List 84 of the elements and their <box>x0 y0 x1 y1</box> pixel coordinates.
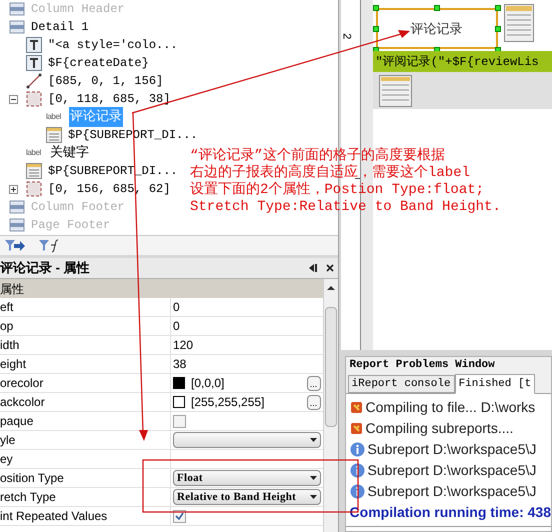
property-name: op <box>0 318 14 335</box>
report-element[interactable]: 评论记录 <box>376 8 498 49</box>
property-name: ey <box>0 451 13 468</box>
function-icon[interactable] <box>38 238 60 254</box>
subreport-icon <box>26 163 42 179</box>
ruler-label: 2 <box>338 33 353 40</box>
label-tag: label <box>46 111 64 123</box>
parameter-icon[interactable] <box>4 238 26 254</box>
property-name: yle <box>0 432 16 449</box>
property-value: [255,255,255] <box>191 394 266 411</box>
scroll-thumb[interactable] <box>324 307 337 427</box>
property-name: ackcolor <box>0 394 45 411</box>
property-name: osition Type <box>0 470 64 487</box>
annotation-text: Stretch Type:Relative to Band Height. <box>190 199 501 216</box>
info-icon <box>350 463 365 478</box>
caret-icon <box>310 438 317 442</box>
scroll-up-icon[interactable] <box>326 285 335 291</box>
frame-icon <box>26 91 42 107</box>
scrollbar[interactable] <box>322 279 338 532</box>
browse-button[interactable]: ... <box>306 394 321 410</box>
property-name: orecolor <box>0 375 44 392</box>
text-field-icon <box>26 37 42 53</box>
close-icon[interactable] <box>326 264 334 272</box>
annotation-text: 设置下面的2个属性，Postion Type:float; <box>190 182 486 199</box>
property-value: [0,0,0] <box>191 375 226 392</box>
tree-item[interactable]: 关键字 <box>49 143 90 163</box>
log-line: Compilation running time: 438 <box>350 503 551 522</box>
minimize-icon[interactable] <box>308 263 318 273</box>
compile-icon <box>350 401 363 414</box>
property-name: eft <box>0 299 14 316</box>
tree-item[interactable]: [685, 0, 1, 156] <box>47 72 164 90</box>
subreport-icon <box>378 75 412 107</box>
band-icon <box>9 19 25 35</box>
annotation-text: “评论记录”这个前面的格子的高度要根据 <box>190 148 446 164</box>
property-name: int Repeated Values <box>0 508 108 525</box>
band-icon <box>9 1 25 17</box>
log-line: Subreport D:\workspace5\J <box>368 461 536 480</box>
selection-handle[interactable] <box>494 5 501 11</box>
line-icon <box>26 73 42 89</box>
dropdown[interactable]: Relative to Band Height <box>173 489 321 505</box>
log-line: Subreport D:\workspace5\J <box>368 482 536 501</box>
log-line: Compiling subreports.... <box>366 419 514 438</box>
property-name: eight <box>0 356 26 373</box>
panel-title: 评论记录 - 属性 <box>0 259 90 278</box>
expand-toggle[interactable] <box>9 184 18 194</box>
tree-item[interactable]: $F{createDate} <box>47 54 150 72</box>
property-name: retch Type <box>0 489 56 506</box>
text-field-icon <box>26 55 42 71</box>
info-icon <box>350 442 365 457</box>
tree-item[interactable]: Detail 1 <box>30 18 90 36</box>
tree-item[interactable]: [0, 118, 685, 38] <box>47 90 172 108</box>
property-name: paque <box>0 413 34 430</box>
property-name: idth <box>0 337 20 354</box>
window-title: Report Problems Window <box>350 358 495 374</box>
property-value: 38 <box>173 356 186 373</box>
tab[interactable]: Finished [t <box>454 374 536 394</box>
dropdown[interactable]: Float <box>173 470 321 486</box>
checkbox[interactable] <box>173 414 186 428</box>
log-line: Subreport D:\workspace5\J <box>368 440 536 459</box>
tab[interactable]: iReport console <box>348 375 455 393</box>
collapse-toggle[interactable] <box>9 94 18 104</box>
annotation-text: 右边的子报表的高度自适应，需要这个label <box>190 165 472 182</box>
band-icon <box>9 199 25 215</box>
label-tag: label <box>26 147 44 159</box>
property-value: 120 <box>173 337 194 354</box>
compile-icon <box>350 422 363 435</box>
browse-button[interactable]: ... <box>306 376 321 390</box>
subreport-icon <box>504 4 534 42</box>
info-icon <box>350 484 365 499</box>
caret-icon <box>310 476 317 480</box>
property-value: 0 <box>173 299 180 316</box>
property-value: 0 <box>173 318 180 335</box>
frame-icon <box>26 181 42 197</box>
band-icon <box>9 217 25 233</box>
element-text: 评论记录 <box>410 20 463 38</box>
tree-item[interactable]: "<a style='colo... <box>47 36 179 54</box>
log-line: Compiling to file... D:\works <box>366 398 536 417</box>
checkbox[interactable] <box>173 510 186 522</box>
selection-handle[interactable] <box>434 5 440 11</box>
caret-icon <box>310 495 317 499</box>
band-text: "评阅记录("+$F{reviewLis <box>376 54 539 70</box>
subreport-icon <box>46 127 62 143</box>
section-header: 属性 <box>0 280 24 298</box>
dropdown[interactable] <box>173 432 321 448</box>
